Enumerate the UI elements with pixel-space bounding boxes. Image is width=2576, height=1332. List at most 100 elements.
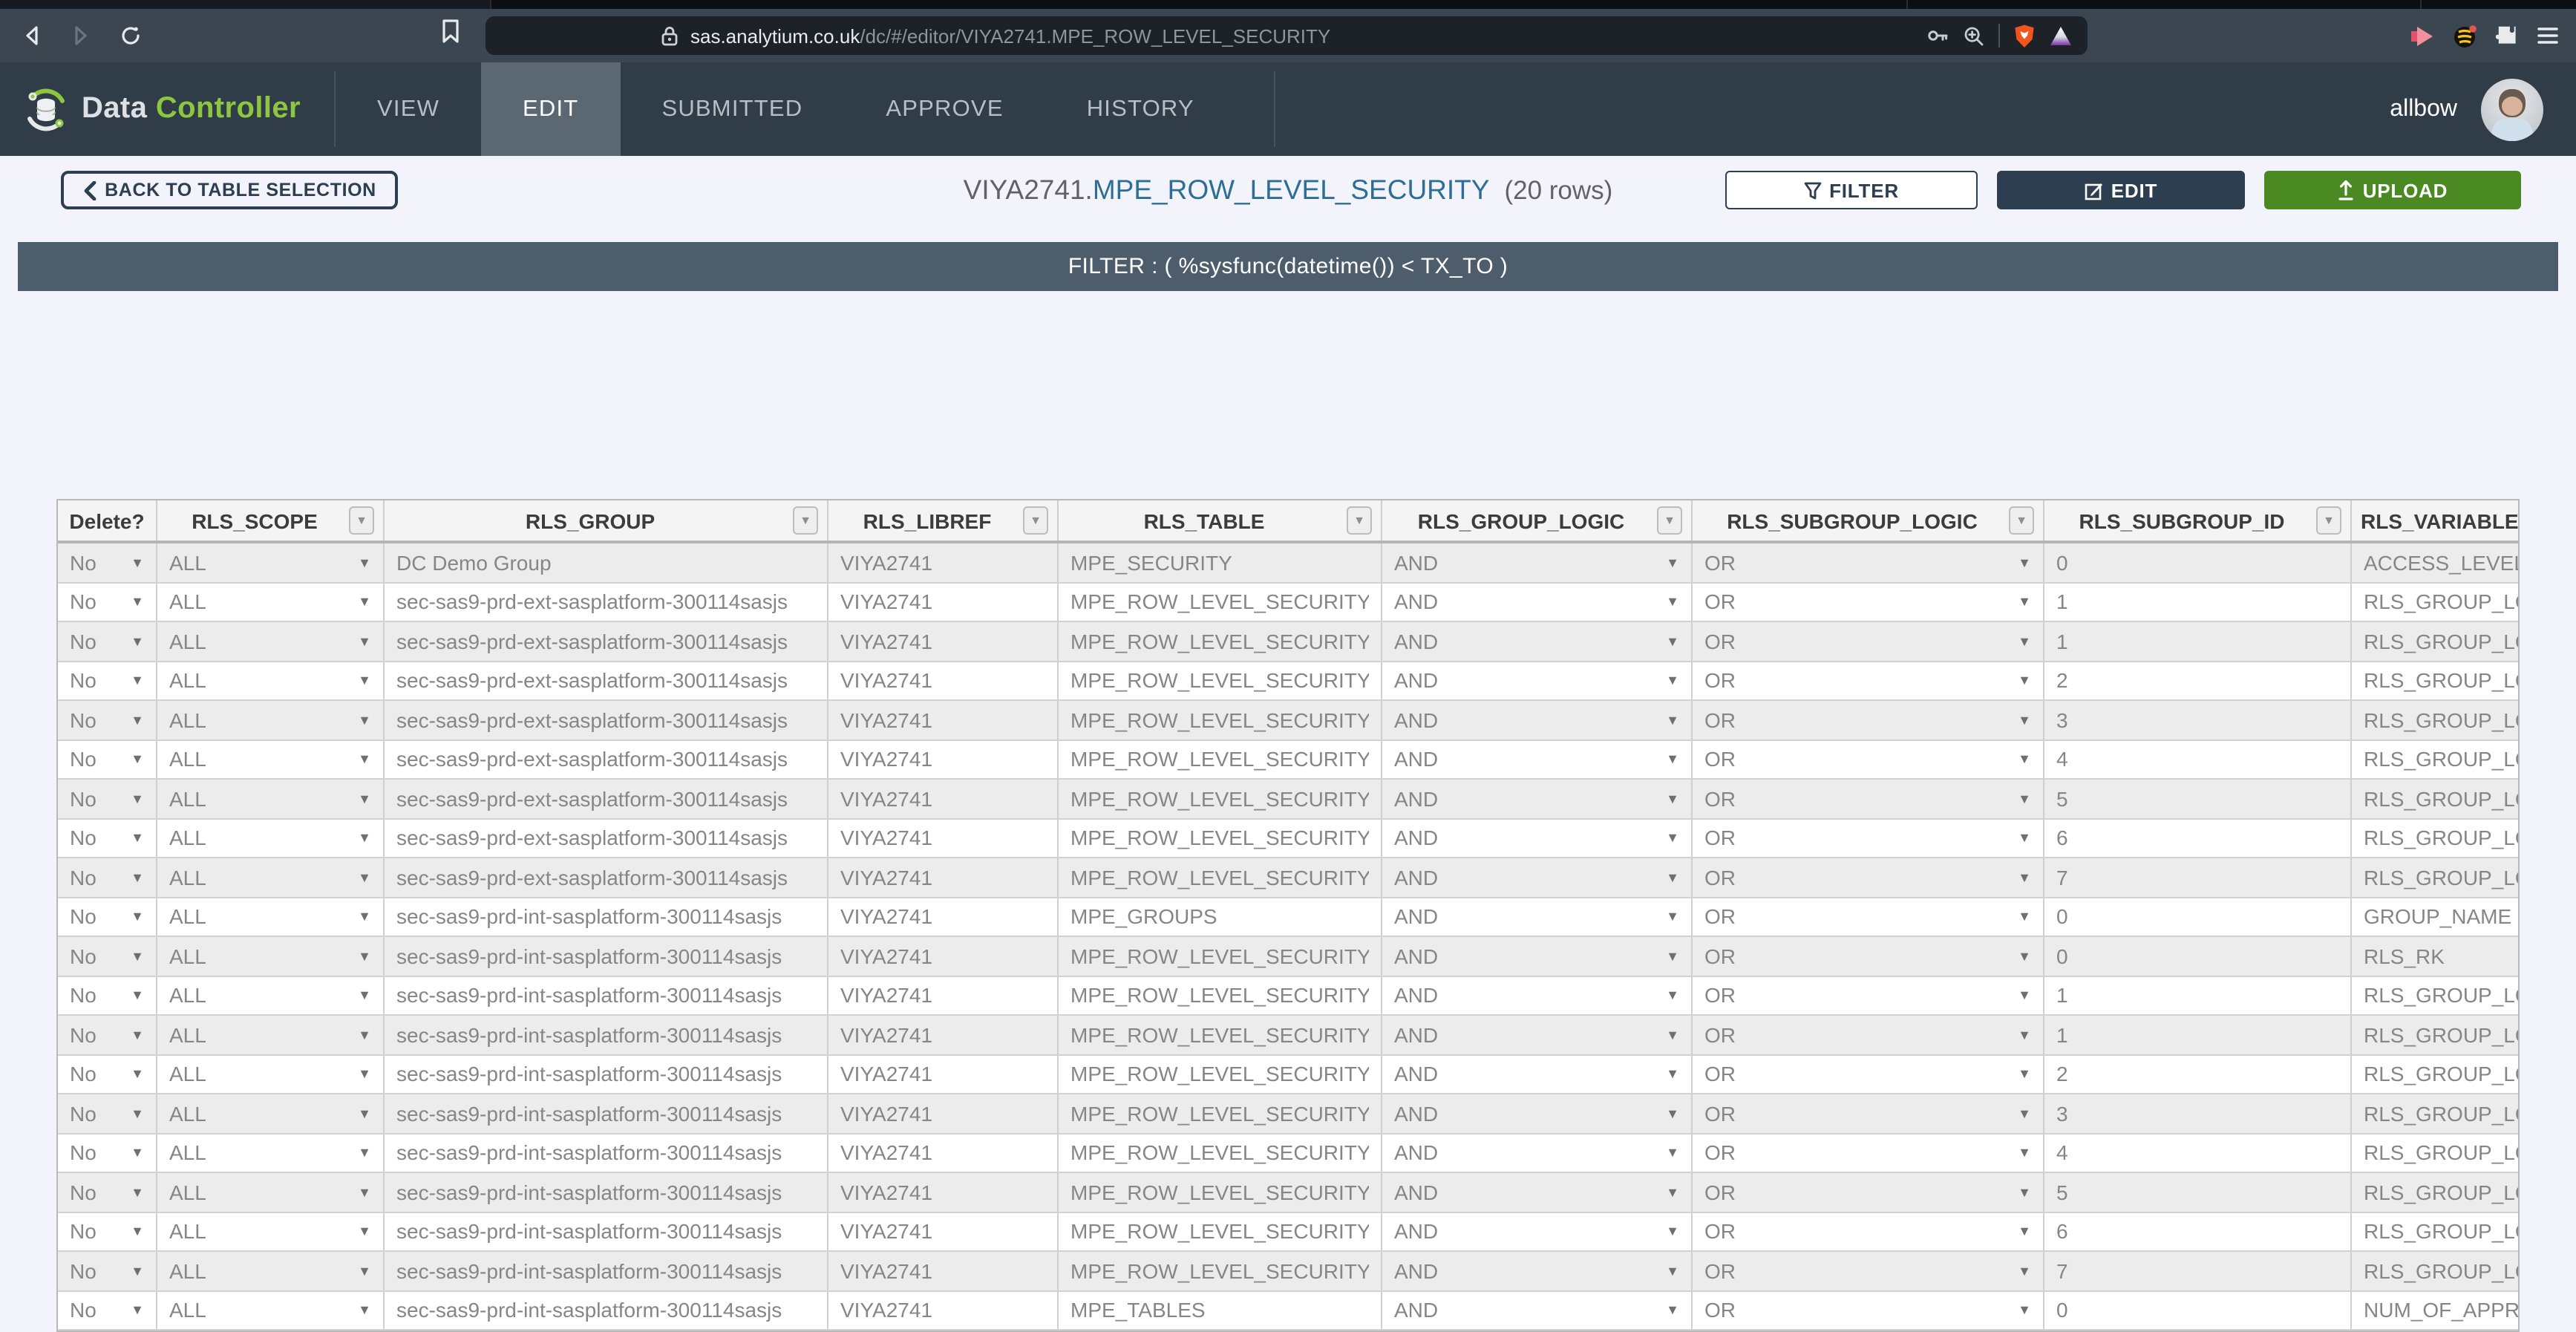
- cell-subgroup_logic[interactable]: OR ▼: [1692, 897, 2044, 937]
- cell-subgroup_logic[interactable]: OR ▼: [1692, 740, 2044, 780]
- cell-table[interactable]: MPE_ROW_LEVEL_SECURITY: [1058, 818, 1382, 858]
- cell-variable[interactable]: RLS_GROUP_LOGIC: [2351, 1212, 2518, 1252]
- cell-scope[interactable]: ALL ▼: [157, 858, 385, 898]
- cell-delete[interactable]: No ▼: [58, 1133, 157, 1173]
- dropdown-arrow-icon[interactable]: ▼: [1666, 1185, 1679, 1200]
- cell-variable[interactable]: RLS_GROUP_LOGIC: [2351, 818, 2518, 858]
- cell-libref[interactable]: VIYA2741: [828, 1015, 1059, 1055]
- upload-button[interactable]: UPLOAD: [2264, 171, 2521, 209]
- cell-table[interactable]: MPE_ROW_LEVEL_SECURITY: [1058, 1015, 1382, 1055]
- cell-variable[interactable]: RLS_GROUP_LOGIC: [2351, 1133, 2518, 1173]
- cell-scope[interactable]: ALL ▼: [157, 1015, 385, 1055]
- cell-table[interactable]: MPE_SECURITY: [1058, 542, 1382, 583]
- dropdown-arrow-icon[interactable]: ▼: [131, 673, 144, 688]
- cell-delete[interactable]: No ▼: [58, 1054, 157, 1094]
- cell-variable[interactable]: RLS_GROUP_LOGIC: [2351, 661, 2518, 701]
- cell-subgroup_logic[interactable]: OR ▼: [1692, 621, 2044, 662]
- brave-shields-icon[interactable]: [2013, 23, 2036, 48]
- cell-group_logic[interactable]: AND ▼: [1382, 740, 1693, 780]
- cell-scope[interactable]: ALL ▼: [157, 818, 385, 858]
- dropdown-arrow-icon[interactable]: ▼: [358, 555, 371, 570]
- nav-tab-approve[interactable]: APPROVE: [844, 62, 1045, 156]
- cell-subgroup_logic[interactable]: OR ▼: [1692, 542, 2044, 583]
- cell-group_logic[interactable]: AND ▼: [1382, 1054, 1693, 1094]
- column-filter-icon[interactable]: ▼: [1347, 506, 1372, 535]
- dropdown-arrow-icon[interactable]: ▼: [2018, 1146, 2031, 1160]
- cell-libref[interactable]: VIYA2741: [828, 1212, 1059, 1252]
- cell-group[interactable]: sec-sas9-prd-int-sasplatform-300114sasjs: [384, 1251, 828, 1291]
- cell-subgroup_logic[interactable]: OR ▼: [1692, 1251, 2044, 1291]
- cell-delete[interactable]: No ▼: [58, 1172, 157, 1212]
- dropdown-arrow-icon[interactable]: ▼: [1666, 713, 1679, 728]
- cell-group_logic[interactable]: AND ▼: [1382, 779, 1693, 819]
- dropdown-arrow-icon[interactable]: ▼: [358, 752, 371, 767]
- column-filter-icon[interactable]: ▼: [1023, 506, 1048, 535]
- dropdown-arrow-icon[interactable]: ▼: [358, 1303, 371, 1318]
- zoom-page-icon[interactable]: [1963, 25, 1985, 47]
- cell-libref[interactable]: VIYA2741: [828, 1290, 1059, 1331]
- cell-libref[interactable]: VIYA2741: [828, 779, 1059, 819]
- cell-libref[interactable]: VIYA2741: [828, 1094, 1059, 1134]
- cell-group_logic[interactable]: AND ▼: [1382, 582, 1693, 622]
- nav-tab-view[interactable]: VIEW: [336, 62, 481, 156]
- dropdown-arrow-icon[interactable]: ▼: [2018, 1106, 2031, 1121]
- cell-group[interactable]: sec-sas9-prd-int-sasplatform-300114sasjs: [384, 1015, 828, 1055]
- cell-delete[interactable]: No ▼: [58, 1094, 157, 1134]
- dropdown-arrow-icon[interactable]: ▼: [131, 831, 144, 846]
- cell-group_logic[interactable]: AND ▼: [1382, 661, 1693, 701]
- cell-delete[interactable]: No ▼: [58, 976, 157, 1016]
- dropdown-arrow-icon[interactable]: ▼: [131, 1028, 144, 1042]
- filter-button[interactable]: FILTER: [1725, 171, 1978, 209]
- bookmark-icon[interactable]: [439, 18, 462, 45]
- cell-group[interactable]: sec-sas9-prd-int-sasplatform-300114sasjs: [384, 1172, 828, 1212]
- dropdown-arrow-icon[interactable]: ▼: [131, 791, 144, 806]
- nav-tab-history[interactable]: HISTORY: [1045, 62, 1236, 156]
- dropdown-arrow-icon[interactable]: ▼: [358, 713, 371, 728]
- cell-group_logic[interactable]: AND ▼: [1382, 936, 1693, 976]
- dropdown-arrow-icon[interactable]: ▼: [131, 870, 144, 885]
- dropdown-arrow-icon[interactable]: ▼: [131, 555, 144, 570]
- cell-subgroup_id[interactable]: 5: [2044, 1172, 2352, 1212]
- column-filter-icon[interactable]: ▼: [2316, 506, 2341, 535]
- cell-subgroup_logic[interactable]: OR ▼: [1692, 1290, 2044, 1331]
- column-filter-icon[interactable]: ▼: [2009, 506, 2034, 535]
- dropdown-arrow-icon[interactable]: ▼: [1666, 752, 1679, 767]
- cell-table[interactable]: MPE_ROW_LEVEL_SECURITY: [1058, 779, 1382, 819]
- cell-scope[interactable]: ALL ▼: [157, 1251, 385, 1291]
- cell-scope[interactable]: ALL ▼: [157, 1094, 385, 1134]
- cell-group_logic[interactable]: AND ▼: [1382, 1133, 1693, 1173]
- cell-group_logic[interactable]: AND ▼: [1382, 542, 1693, 583]
- cell-table[interactable]: MPE_GROUPS: [1058, 897, 1382, 937]
- cell-subgroup_id[interactable]: 5: [2044, 779, 2352, 819]
- dropdown-arrow-icon[interactable]: ▼: [2018, 713, 2031, 728]
- cell-subgroup_id[interactable]: 1: [2044, 1015, 2352, 1055]
- dropdown-arrow-icon[interactable]: ▼: [131, 910, 144, 924]
- dropdown-arrow-icon[interactable]: ▼: [2018, 1303, 2031, 1318]
- browser-back-icon[interactable]: [15, 18, 50, 53]
- dropdown-arrow-icon[interactable]: ▼: [2018, 555, 2031, 570]
- cell-variable[interactable]: RLS_GROUP_LOGIC: [2351, 1094, 2518, 1134]
- cell-subgroup_logic[interactable]: OR ▼: [1692, 1172, 2044, 1212]
- dropdown-arrow-icon[interactable]: ▼: [1666, 595, 1679, 610]
- dropdown-arrow-icon[interactable]: ▼: [358, 634, 371, 649]
- dropdown-arrow-icon[interactable]: ▼: [2018, 1185, 2031, 1200]
- cell-subgroup_id[interactable]: 4: [2044, 1133, 2352, 1173]
- cell-variable[interactable]: RLS_GROUP_LOGIC: [2351, 621, 2518, 662]
- cell-table[interactable]: MPE_ROW_LEVEL_SECURITY: [1058, 936, 1382, 976]
- cell-subgroup_logic[interactable]: OR ▼: [1692, 936, 2044, 976]
- browser-tab[interactable]: [0, 0, 490, 9]
- cell-group_logic[interactable]: AND ▼: [1382, 1015, 1693, 1055]
- cell-delete[interactable]: No ▼: [58, 1251, 157, 1291]
- cell-variable[interactable]: RLS_GROUP_LOGIC: [2351, 976, 2518, 1016]
- cell-subgroup_logic[interactable]: OR ▼: [1692, 582, 2044, 622]
- cell-scope[interactable]: ALL ▼: [157, 1133, 385, 1173]
- cell-table[interactable]: MPE_ROW_LEVEL_SECURITY: [1058, 1133, 1382, 1173]
- cell-group_logic[interactable]: AND ▼: [1382, 858, 1693, 898]
- dropdown-arrow-icon[interactable]: ▼: [131, 1224, 144, 1239]
- dropdown-arrow-icon[interactable]: ▼: [358, 1264, 371, 1279]
- cell-scope[interactable]: ALL ▼: [157, 740, 385, 780]
- cell-subgroup_id[interactable]: 3: [2044, 700, 2352, 740]
- cell-subgroup_id[interactable]: 1: [2044, 621, 2352, 662]
- cell-table[interactable]: MPE_ROW_LEVEL_SECURITY: [1058, 621, 1382, 662]
- cell-group_logic[interactable]: AND ▼: [1382, 818, 1693, 858]
